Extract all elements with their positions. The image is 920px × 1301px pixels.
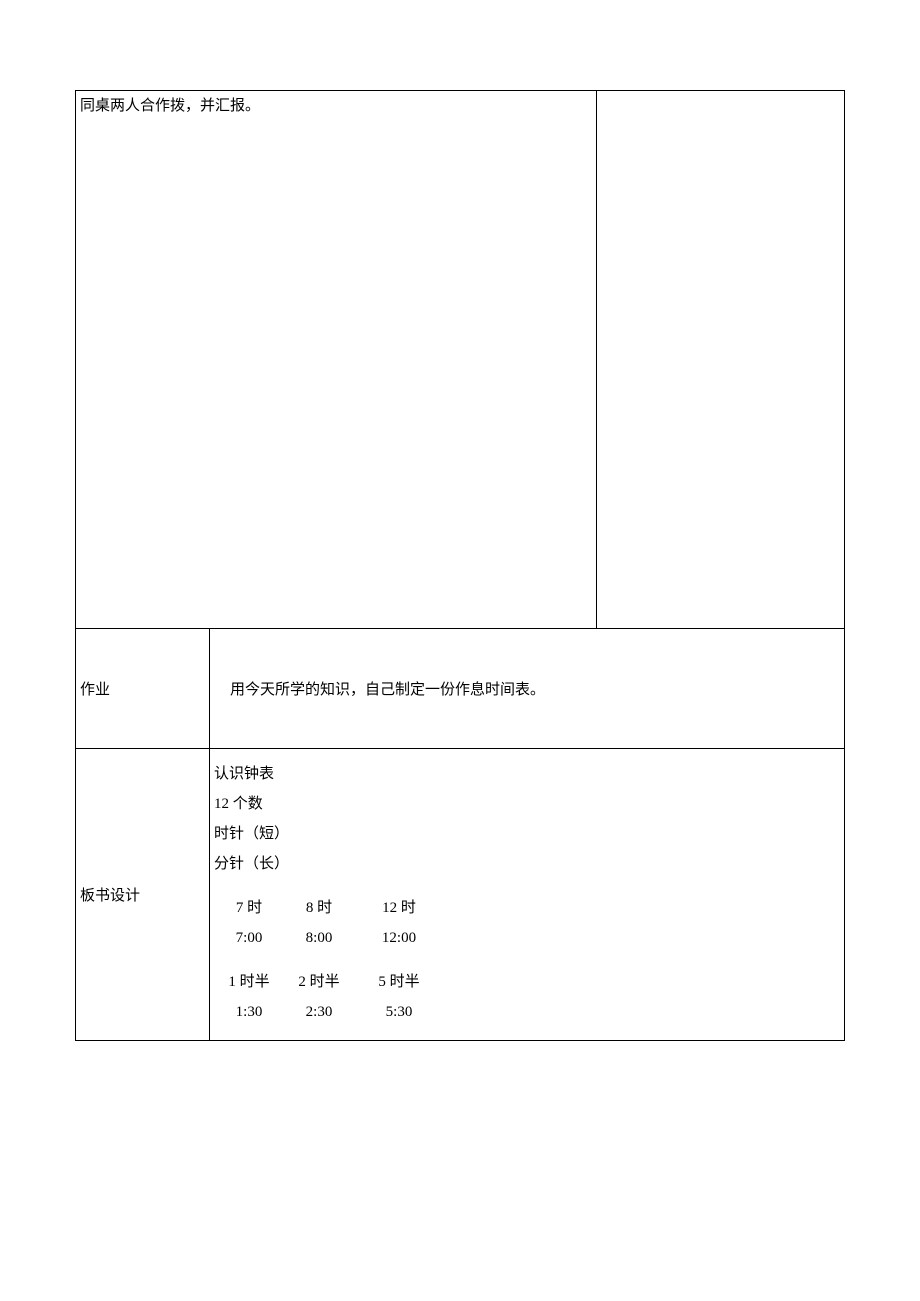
- time-d3: 5:30: [354, 997, 444, 1027]
- homework-label: 作业: [80, 682, 110, 698]
- time-row-c: 1 时半 2 时半 5 时半: [214, 967, 840, 997]
- homework-content-cell: 用今天所学的知识，自己制定一份作息时间表。: [210, 629, 845, 749]
- time-row-a: 7 时 8 时 12 时: [214, 893, 840, 923]
- time-b3: 12:00: [354, 923, 444, 953]
- homework-label-cell: 作业: [76, 629, 210, 749]
- time-d2: 2:30: [284, 997, 354, 1027]
- board-design-content-cell: 认识钟表 12 个数 时针（短） 分针（长） 7 时 8 时 12 时 7:00…: [210, 749, 845, 1041]
- time-row-b: 7:00 8:00 12:00: [214, 923, 840, 953]
- time-c2: 2 时半: [284, 967, 354, 997]
- board-line-1: 认识钟表: [214, 759, 840, 789]
- board-line-4: 分针（长）: [214, 849, 840, 879]
- table-row: 板书设计 认识钟表 12 个数 时针（短） 分针（长） 7 时 8 时 12 时…: [76, 749, 845, 1041]
- table-row: 作业 用今天所学的知识，自己制定一份作息时间表。: [76, 629, 845, 749]
- time-d1: 1:30: [214, 997, 284, 1027]
- board-design-label: 板书设计: [80, 888, 140, 904]
- homework-content: 用今天所学的知识，自己制定一份作息时间表。: [230, 682, 545, 698]
- table-row: 同桌两人合作拨，并汇报。: [76, 91, 845, 629]
- time-c1: 1 时半: [214, 967, 284, 997]
- time-c3: 5 时半: [354, 967, 444, 997]
- notes-cell: [597, 91, 845, 629]
- time-a2: 8 时: [284, 893, 354, 923]
- board-design-label-cell: 板书设计: [76, 749, 210, 1041]
- time-row-d: 1:30 2:30 5:30: [214, 997, 840, 1027]
- time-b1: 7:00: [214, 923, 284, 953]
- board-line-3: 时针（短）: [214, 819, 840, 849]
- activity-cell: 同桌两人合作拨，并汇报。: [76, 91, 597, 629]
- activity-text: 同桌两人合作拨，并汇报。: [80, 98, 260, 114]
- time-b2: 8:00: [284, 923, 354, 953]
- time-a1: 7 时: [214, 893, 284, 923]
- spacer: [214, 879, 840, 893]
- board-line-2: 12 个数: [214, 789, 840, 819]
- spacer: [214, 953, 840, 967]
- lesson-plan-table: 同桌两人合作拨，并汇报。 作业 用今天所学的知识，自己制定一份作息时间表。 板书…: [75, 90, 845, 1041]
- time-a3: 12 时: [354, 893, 444, 923]
